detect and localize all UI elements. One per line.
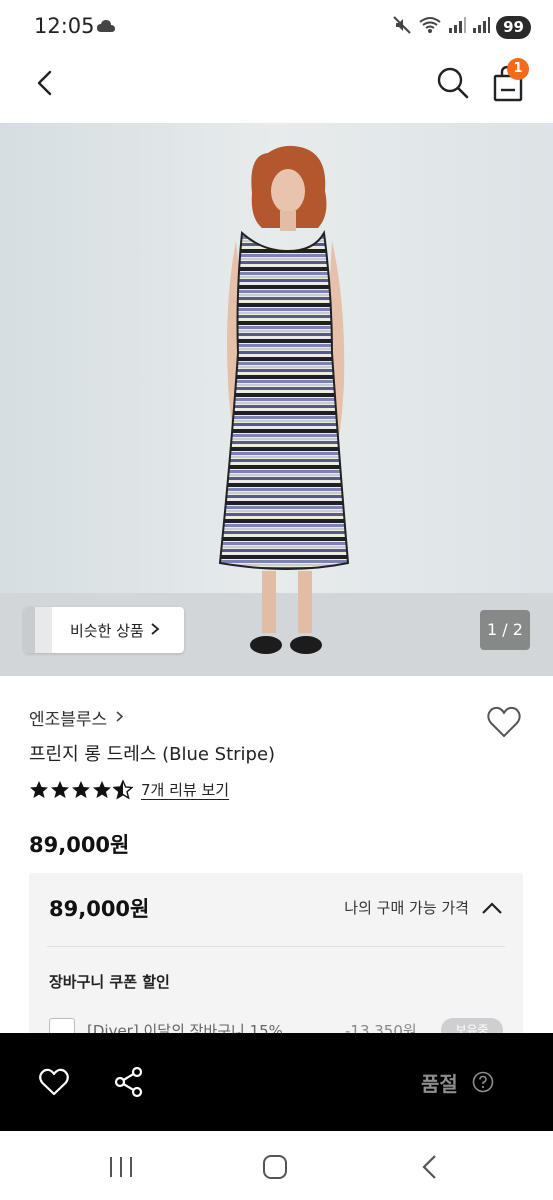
similar-thumbnail xyxy=(24,607,52,653)
my-price-toggle[interactable]: 나의 구매 가능 가격 xyxy=(344,897,503,918)
status-bar: 12:05 99 xyxy=(0,0,553,56)
home-icon[interactable] xyxy=(262,1155,288,1183)
chevron-right-icon xyxy=(150,621,160,640)
view-reviews-link[interactable]: 7개 리뷰 보기 xyxy=(141,779,229,800)
share-button[interactable] xyxy=(113,1066,145,1098)
brand-name: 엔조블루스 xyxy=(29,710,108,730)
rating-stars xyxy=(29,779,133,800)
like-button[interactable] xyxy=(38,1067,70,1097)
half-star-icon xyxy=(113,779,133,799)
share-icon xyxy=(114,1066,143,1098)
star-icon xyxy=(51,780,69,798)
chevron-right-icon xyxy=(115,708,124,727)
status-icons: 99 xyxy=(392,15,531,39)
top-nav-bar xyxy=(0,56,553,122)
heart-icon xyxy=(39,1068,69,1096)
brand-link[interactable]: 엔조블루스 xyxy=(29,705,124,730)
star-icon xyxy=(30,780,48,798)
coupon-label: [Diver] 이달의 장바구니 15% xyxy=(87,1022,283,1033)
my-price-label: 나의 구매 가능 가격 xyxy=(344,899,469,917)
system-back-icon[interactable] xyxy=(420,1153,440,1185)
chevron-left-icon xyxy=(37,70,52,96)
signal-icon xyxy=(448,16,467,38)
cart-count-badge: 1 xyxy=(507,58,529,80)
battery-indicator: 99 xyxy=(496,15,531,39)
heart-icon xyxy=(487,706,521,737)
price-box: 89,000원 나의 구매 가능 가격 장바구니 쿠폰 할인 [Diver] 이… xyxy=(29,873,523,1033)
product-title: 프린지 롱 드레스 (Blue Stripe) xyxy=(29,744,276,765)
cloud-icon xyxy=(96,18,116,38)
similar-items-button[interactable]: 비슷한 상품 xyxy=(24,607,184,653)
similar-items-label: 비슷한 상품 xyxy=(70,621,144,640)
status-time: 12:05 xyxy=(34,14,95,38)
bottom-action-bar: 품절 xyxy=(0,1033,553,1131)
recent-apps-icon[interactable] xyxy=(108,1155,134,1183)
coupon-checkbox[interactable] xyxy=(49,1018,75,1033)
chevron-up-icon xyxy=(482,901,502,914)
search-icon xyxy=(437,67,469,99)
coupon-row[interactable]: [Diver] 이달의 장바구니 15% -13,350원 보유중 xyxy=(49,1016,505,1033)
system-nav-bar xyxy=(0,1131,553,1200)
coupon-owned-badge: 보유중 xyxy=(441,1018,503,1033)
back-button[interactable] xyxy=(28,66,62,100)
price-box-price: 89,000원 xyxy=(49,897,150,921)
coupon-heading: 장바구니 쿠폰 할인 xyxy=(49,973,170,991)
coupon-amount: -13,350원 xyxy=(345,1022,417,1033)
star-icon xyxy=(72,780,90,798)
search-button[interactable] xyxy=(434,64,472,102)
product-price: 89,000원 xyxy=(29,833,130,857)
image-page-indicator: 1 / 2 xyxy=(480,610,530,650)
signal-icon xyxy=(472,16,491,38)
product-image[interactable] xyxy=(0,123,553,676)
mute-icon xyxy=(392,15,412,39)
wishlist-button[interactable] xyxy=(486,705,522,739)
sold-out-label: 품절 xyxy=(421,1072,458,1096)
star-icon xyxy=(93,780,111,798)
wifi-icon xyxy=(418,15,442,39)
help-icon[interactable] xyxy=(472,1071,494,1093)
divider xyxy=(47,946,505,947)
rating-row: 7개 리뷰 보기 xyxy=(29,779,229,800)
